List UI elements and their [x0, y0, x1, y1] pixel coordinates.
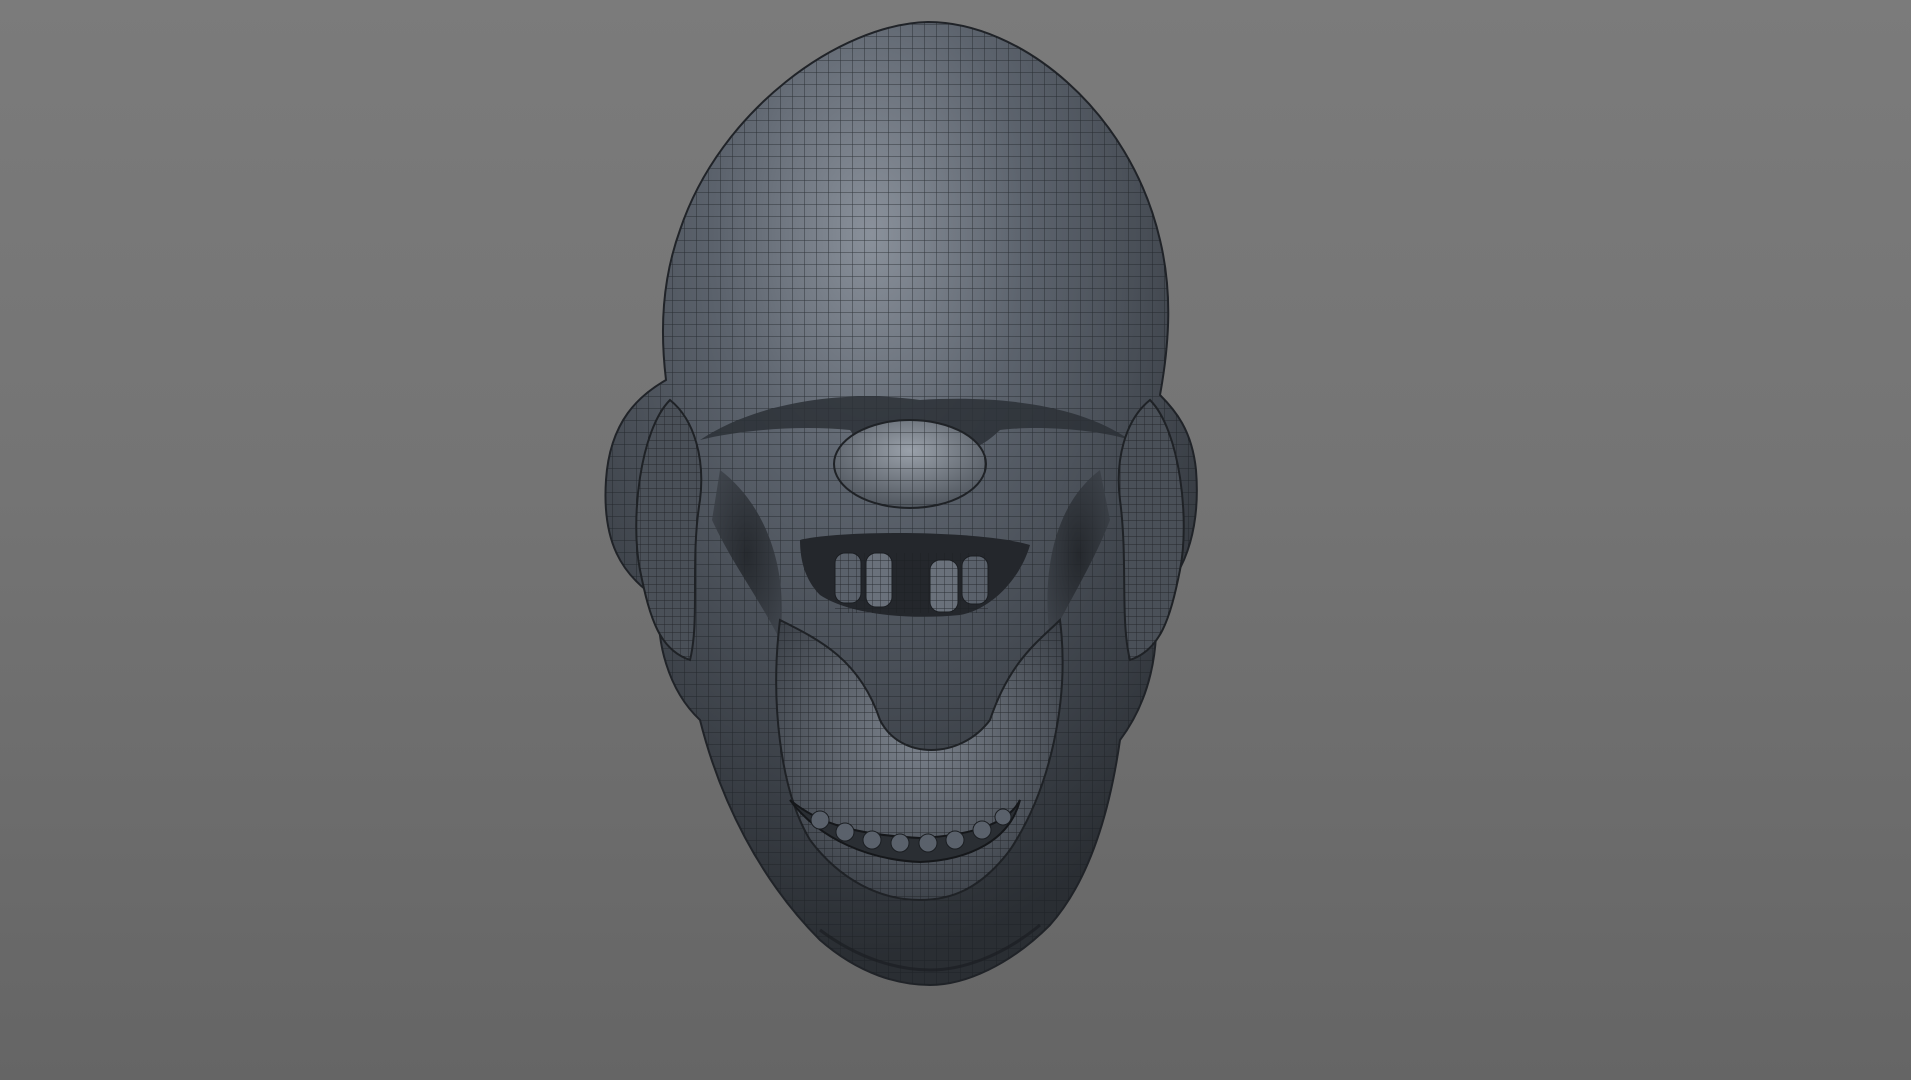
upper-teeth [834, 552, 989, 613]
viewport-scene[interactable] [0, 0, 1911, 1080]
wireframe-skull-mesh[interactable] [604, 20, 1198, 987]
3d-viewport[interactable] [0, 0, 1911, 1080]
